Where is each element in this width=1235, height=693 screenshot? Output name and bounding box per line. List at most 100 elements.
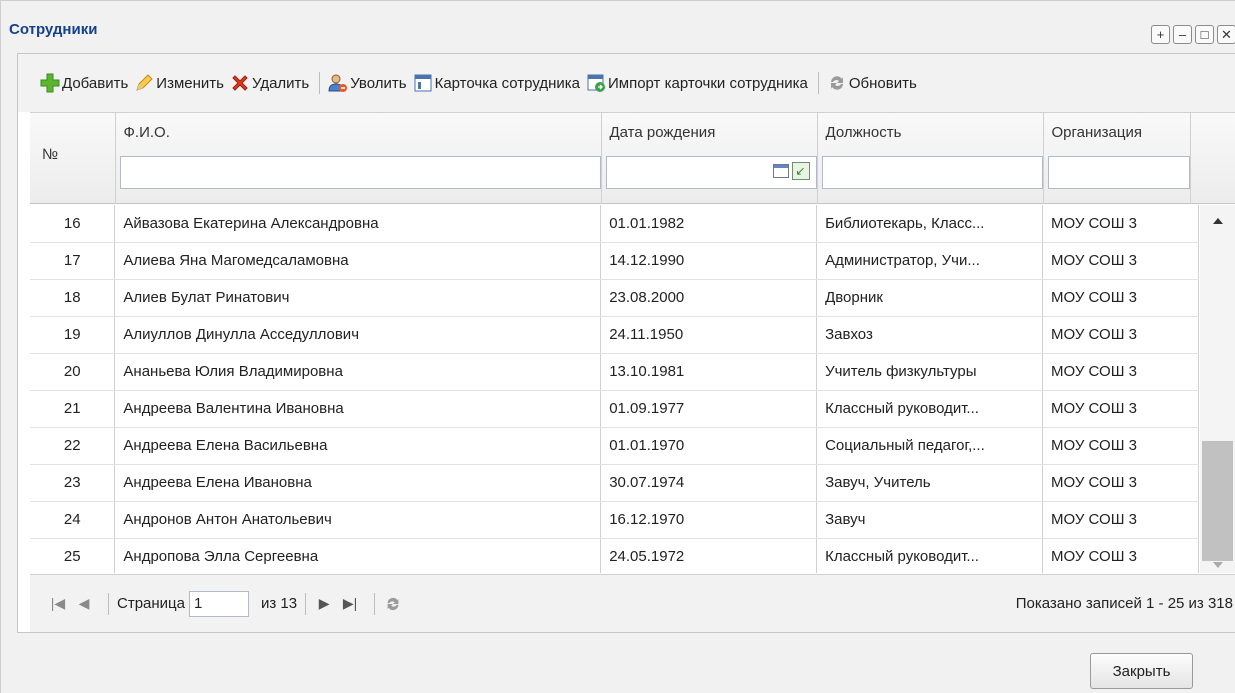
pager-refresh-icon[interactable] (383, 594, 403, 614)
vertical-scrollbar[interactable] (1200, 205, 1235, 573)
card-icon (413, 73, 433, 93)
first-page-icon[interactable]: |◀ (48, 594, 68, 614)
employees-grid: № Ф.И.О. Дата рождения ↙ Должность Орган… (30, 112, 1235, 574)
organization-filter-input[interactable] (1047, 156, 1190, 189)
birth-date-cell: 01.01.1970 (600, 427, 818, 465)
plus-icon[interactable]: + (1151, 25, 1170, 44)
birth-date-cell: 16.12.1970 (600, 501, 818, 539)
name-filter-input[interactable] (119, 156, 601, 189)
toolbar: Добавить Изменить Удалить Уволить Карточ… (18, 54, 1235, 112)
clear-filter-icon[interactable]: ↙ (791, 162, 810, 180)
scroll-thumb[interactable] (1202, 441, 1233, 561)
toolbar-separator (319, 72, 321, 94)
birth-date-cell: 24.11.1950 (600, 316, 818, 354)
close-icon[interactable]: ✕ (1217, 25, 1235, 44)
organization-cell: МОУ СОШ 3 (1042, 316, 1199, 354)
add-button[interactable]: Добавить (40, 71, 128, 95)
employee-name-cell: Андронов Антон Анатольевич (114, 501, 602, 539)
organization-cell: МОУ СОШ 3 (1042, 427, 1199, 465)
maximize-icon[interactable]: □ (1195, 25, 1214, 44)
position-cell: Социальный педагог,... (816, 427, 1044, 465)
refresh-button[interactable]: Обновить (827, 71, 917, 95)
table-row[interactable]: 25 Андропова Элла Сергеевна 24.05.1972 Клас… (30, 538, 1199, 573)
page-label: Страница (117, 595, 185, 612)
previous-page-icon[interactable]: ◀ (74, 594, 94, 614)
table-row[interactable]: 24 Андронов Антон Анатольевич 16.12.1970 За… (30, 501, 1199, 539)
birth-date-cell: 13.10.1981 (600, 353, 818, 391)
delete-button[interactable]: Удалить (230, 71, 309, 95)
birth-date-cell: 01.01.1982 (600, 205, 818, 243)
column-header-number[interactable]: № (30, 113, 116, 204)
last-page-icon[interactable]: ▶| (340, 594, 360, 614)
table-row[interactable]: 20 Ананьева Юлия Владимировна 13.10.1981 Уч… (30, 353, 1199, 391)
minimize-icon[interactable]: – (1173, 25, 1192, 44)
edit-button[interactable]: Изменить (134, 71, 224, 95)
column-header-name[interactable]: Ф.И.О. (115, 113, 602, 204)
grid-body: 16 Айвазова Екатерина Александровна 01.01.… (30, 205, 1199, 573)
employees-window: Сотрудники + – □ ✕ Добавить Изменить Уда… (0, 0, 1235, 693)
table-row[interactable]: 23 Андреева Елена Ивановна 30.07.1974 Завуч… (30, 464, 1199, 502)
employee-name-cell: Ананьева Юлия Владимировна (114, 353, 602, 391)
birth-date-cell: 24.05.1972 (600, 538, 818, 573)
refresh-icon (827, 73, 847, 93)
position-filter-input[interactable] (821, 156, 1043, 189)
column-header-birth-date[interactable]: Дата рождения ↙ (601, 113, 818, 204)
position-cell: Завуч (816, 501, 1044, 539)
delete-label: Удалить (251, 74, 310, 92)
page-number-input[interactable]: 1 (188, 590, 249, 617)
table-row[interactable]: 16 Айвазова Екатерина Александровна 01.01.… (30, 205, 1199, 243)
employee-name-cell: Андреева Елена Васильевна (114, 427, 602, 465)
position-cell: Библиотекарь, Класс... (816, 205, 1044, 243)
records-info: Показано записей 1 - 25 из 318 (1015, 595, 1233, 612)
position-cell: Учитель физкультуры (816, 353, 1044, 391)
import-card-button[interactable]: Импорт карточки сотрудника (586, 71, 808, 95)
row-number-cell: 16 (30, 205, 116, 243)
window-title: Сотрудники (9, 21, 98, 38)
employee-name-cell: Алиев Булат Ринатович (114, 279, 602, 317)
close-button[interactable]: Закрыть (1090, 653, 1193, 689)
pencil-icon (134, 73, 154, 93)
birth-date-filter-input[interactable]: ↙ (605, 156, 817, 189)
column-header-position[interactable]: Должность (817, 113, 1044, 204)
table-row[interactable]: 17 Алиева Яна Магомедсаламовна 14.12.1990 А… (30, 242, 1199, 280)
page-count-label: из 13 (260, 595, 298, 612)
column-header-organization[interactable]: Организация (1043, 113, 1191, 204)
calendar-icon[interactable] (772, 164, 789, 178)
birth-date-cell: 14.12.1990 (600, 242, 818, 280)
row-number-cell: 23 (30, 464, 116, 502)
employee-card-label: Карточка сотрудника (434, 74, 580, 92)
add-icon (40, 73, 60, 93)
dismiss-button[interactable]: Уволить (328, 71, 407, 95)
column-header-spacer (1190, 113, 1235, 204)
toolbar-separator (817, 72, 819, 94)
organization-cell: МОУ СОШ 3 (1042, 501, 1199, 539)
dismiss-label: Уволить (350, 74, 407, 92)
row-number-cell: 25 (30, 538, 116, 573)
row-number-cell: 20 (30, 353, 116, 391)
table-row[interactable]: 18 Алиев Булат Ринатович 23.08.2000 Дворник… (30, 279, 1199, 317)
grid-rows: 16 Айвазова Екатерина Александровна 01.01.… (30, 205, 1199, 573)
organization-cell: МОУ СОШ 3 (1042, 390, 1199, 428)
employee-name-cell: Андреева Валентина Ивановна (114, 390, 602, 428)
user-remove-icon (328, 73, 348, 93)
delete-icon (230, 73, 250, 93)
position-cell: Завхоз (816, 316, 1044, 354)
next-page-icon[interactable]: ▶ (314, 594, 334, 614)
table-row[interactable]: 22 Андреева Елена Васильевна 01.01.1970 Соц… (30, 427, 1199, 465)
position-cell: Классный руководит... (816, 390, 1044, 428)
birth-date-cell: 23.08.2000 (600, 279, 818, 317)
table-row[interactable]: 19 Алиуллов Динулла Асседуллович 24.11.195… (30, 316, 1199, 354)
position-cell: Администратор, Учи... (816, 242, 1044, 280)
scroll-up-arrow-icon[interactable] (1213, 218, 1223, 224)
import-card-label: Импорт карточки сотрудника (607, 74, 808, 92)
import-icon (586, 73, 606, 93)
birth-date-cell: 01.09.1977 (600, 390, 818, 428)
scroll-down-arrow-icon[interactable] (1213, 562, 1223, 568)
employee-name-cell: Айвазова Екатерина Александровна (114, 205, 602, 243)
birth-date-cell: 30.07.1974 (600, 464, 818, 502)
employee-name-cell: Андропова Элла Сергеевна (114, 538, 602, 573)
table-row[interactable]: 21 Андреева Валентина Ивановна 01.09.1977 К… (30, 390, 1199, 428)
position-cell: Завуч, Учитель (816, 464, 1044, 502)
organization-cell: МОУ СОШ 3 (1042, 464, 1199, 502)
employee-card-button[interactable]: Карточка сотрудника (413, 71, 580, 95)
